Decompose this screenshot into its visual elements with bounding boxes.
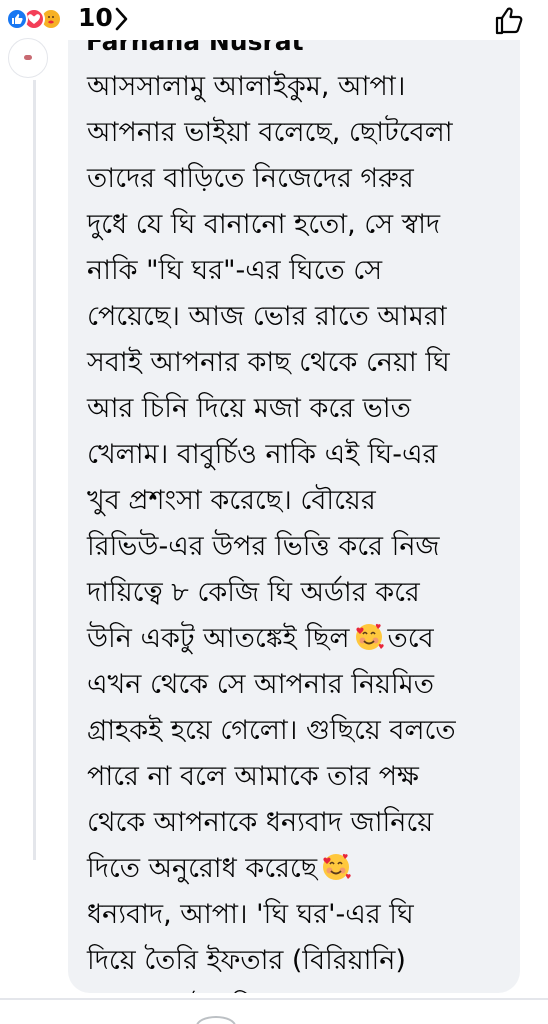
comment-line: আপনার ভাইয়া বলেছে, ছোটবেলা [87, 117, 453, 148]
like-icon [6, 8, 28, 30]
reaction-count[interactable]: 10 [78, 4, 113, 32]
comment-line: রিভিউ-এর উপর ভিত্তি করে নিজ [87, 531, 440, 562]
comment-line: তাদের বাড়িতে নিজেদের গরুর [87, 163, 414, 194]
comment-line: নাকি "ঘি ঘর"-এর ঘিতে সে [87, 255, 383, 286]
divider [0, 998, 548, 1000]
comment-screen: Farhana Nusrat আসসালামু আলাইকুম, আপা। আপ… [0, 0, 548, 1024]
smiling-face-with-hearts-emoji [354, 621, 384, 651]
comment-line-text: উনি একটু আতঙ্কেই ছিল [87, 623, 350, 654]
comment-line: পারে না বলে আমাকে তার পক্ষ [87, 761, 419, 792]
comment-bubble: Farhana Nusrat আসসালামু আলাইকুম, আপা। আপ… [68, 0, 520, 993]
comment-line: দিতে অনুরোধ করেছে [87, 846, 517, 892]
comment-line-text: তবে [387, 623, 434, 654]
reaction-summary[interactable] [6, 8, 70, 30]
comment-line: দায়িত্বে ৮ কেজি ঘি অর্ডার করে [87, 577, 420, 608]
next-comment-avatar [196, 1016, 236, 1024]
comment-line: খেয়ে সবাই খুশি হয়েছে। [87, 984, 517, 993]
comment-line: আসসালামু আলাইকুম, আপা। [87, 71, 406, 102]
comment-line: পেয়েছে। আজ ভোর রাতে আমরা [87, 301, 447, 332]
reaction-bar: 10 [0, 0, 548, 40]
reply-thread-line [33, 80, 36, 860]
comment-line: এখন থেকে সে আপনার নিয়মিত [87, 669, 435, 700]
comment-text: আসসালামু আলাইকুম, আপা। আপনার ভাইয়া বলেছ… [87, 64, 517, 993]
comment-line: থেকে আপনাকে ধন্যবাদ জানিয়ে [87, 807, 434, 838]
comment-line: খুব প্রশংসা করেছে। বৌয়ের [87, 485, 376, 516]
comment-line-text: দিতে অনুরোধ করেছে [87, 853, 318, 884]
comment-line: দিয়ে তৈরি ইফতার (বিরিয়ানি) [87, 945, 406, 976]
comment-line: দুধে যে ঘি বানানো হতো, সে স্বাদ [87, 209, 441, 240]
chevron-right-icon[interactable] [114, 6, 130, 32]
comment-line: গ্রাহকই হয়ে গেলো। গুছিয়ে বলতে [87, 715, 456, 746]
avatar-image [24, 55, 32, 60]
comment-line: উনি একটু আতঙ্কেই ছিল তবে [87, 616, 517, 662]
avatar[interactable] [8, 38, 48, 78]
comment-line: সবাই আপনার কাছ থেকে নেয়া ঘি [87, 347, 450, 378]
comment-line: খেলাম। বাবুর্চিও নাকি এই ঘি-এর [87, 439, 438, 470]
comment-line: আর চিনি দিয়ে মজা করে ভাত [87, 393, 411, 424]
smiling-face-with-hearts-emoji [321, 851, 351, 881]
comment-line: ধন্যবাদ, আপা। 'ঘি ঘর'-এর ঘি [87, 899, 414, 930]
thumbs-up-icon[interactable] [492, 4, 526, 38]
